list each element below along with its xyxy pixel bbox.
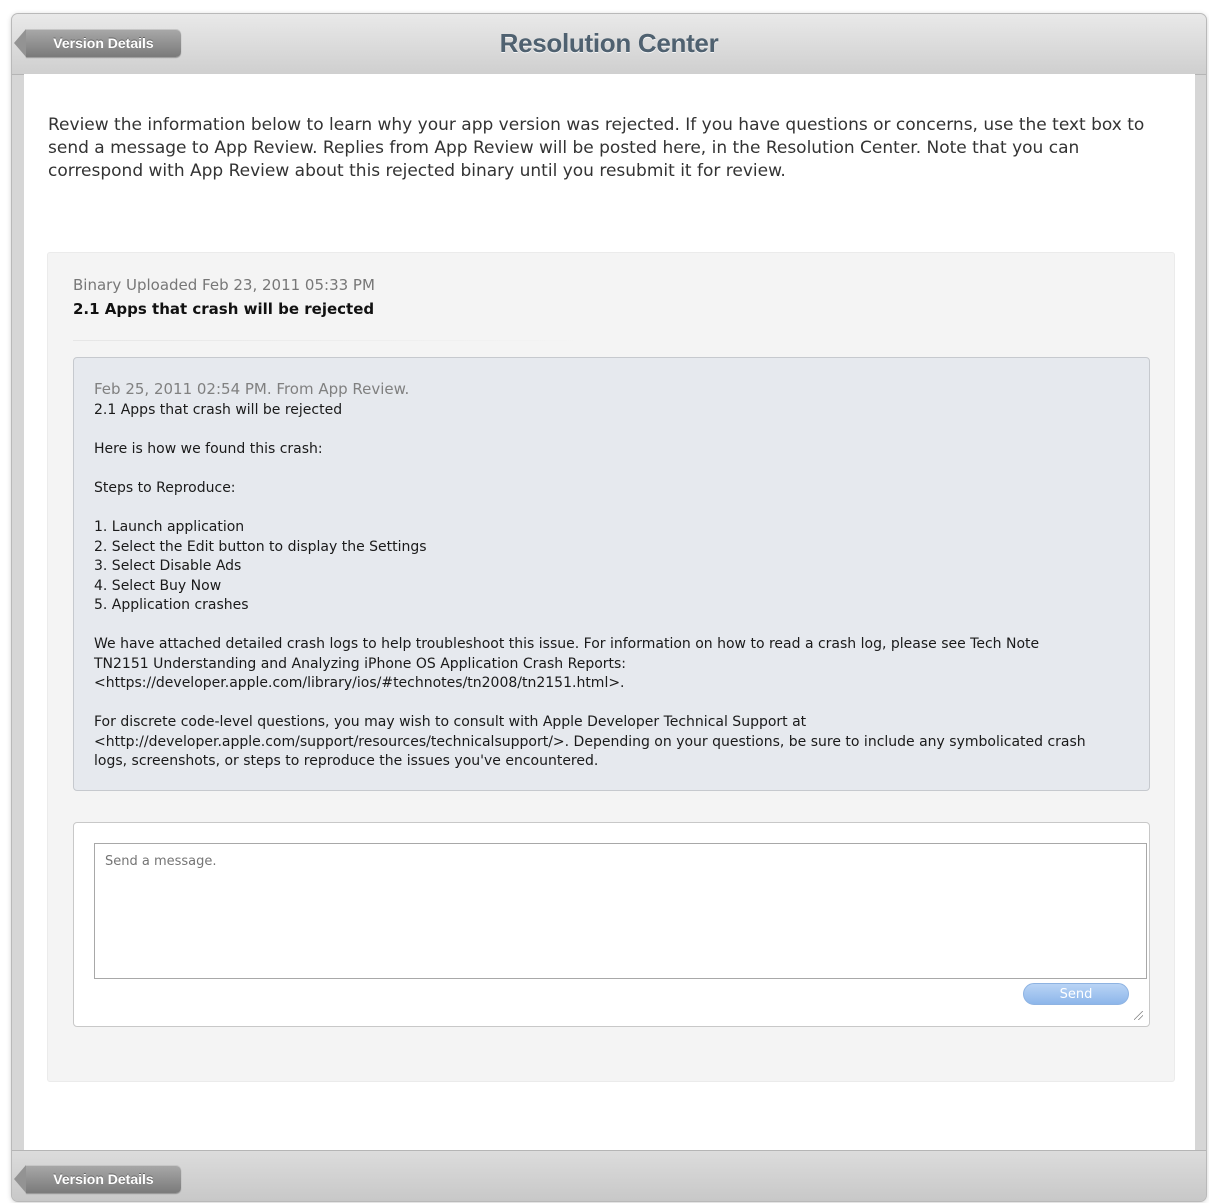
intro-text: Review the information below to learn wh… — [48, 115, 1145, 181]
top-toolbar: Version Details Resolution Center — [12, 14, 1206, 75]
resize-grip-icon[interactable] — [1134, 1011, 1143, 1020]
message-header: Feb 25, 2011 02:54 PM. From App Review. — [94, 380, 410, 398]
resolution-center-window: Version Details Resolution Center Review… — [12, 14, 1206, 1201]
bottom-toolbar — [12, 1150, 1206, 1201]
rejection-guideline: 2.1 Apps that crash will be rejected — [73, 300, 375, 318]
message-input[interactable] — [94, 843, 1147, 979]
binary-uploaded-date: Binary Uploaded Feb 23, 2011 05:33 PM — [73, 276, 375, 294]
divider — [73, 340, 593, 341]
message-body: 2.1 Apps that crash will be rejected Her… — [94, 402, 1086, 769]
reply-form: Send — [73, 822, 1150, 1027]
main-content: Review the information below to learn wh… — [24, 74, 1195, 1151]
app-review-message: Feb 25, 2011 02:54 PM. From App Review. … — [73, 357, 1150, 791]
send-button[interactable]: Send — [1023, 983, 1129, 1005]
version-details-back-button-bottom[interactable]: Version Details — [14, 1165, 181, 1193]
rejection-panel: Binary Uploaded Feb 23, 2011 05:33 PM 2.… — [47, 252, 1175, 1082]
page-title: Resolution Center — [499, 28, 719, 58]
